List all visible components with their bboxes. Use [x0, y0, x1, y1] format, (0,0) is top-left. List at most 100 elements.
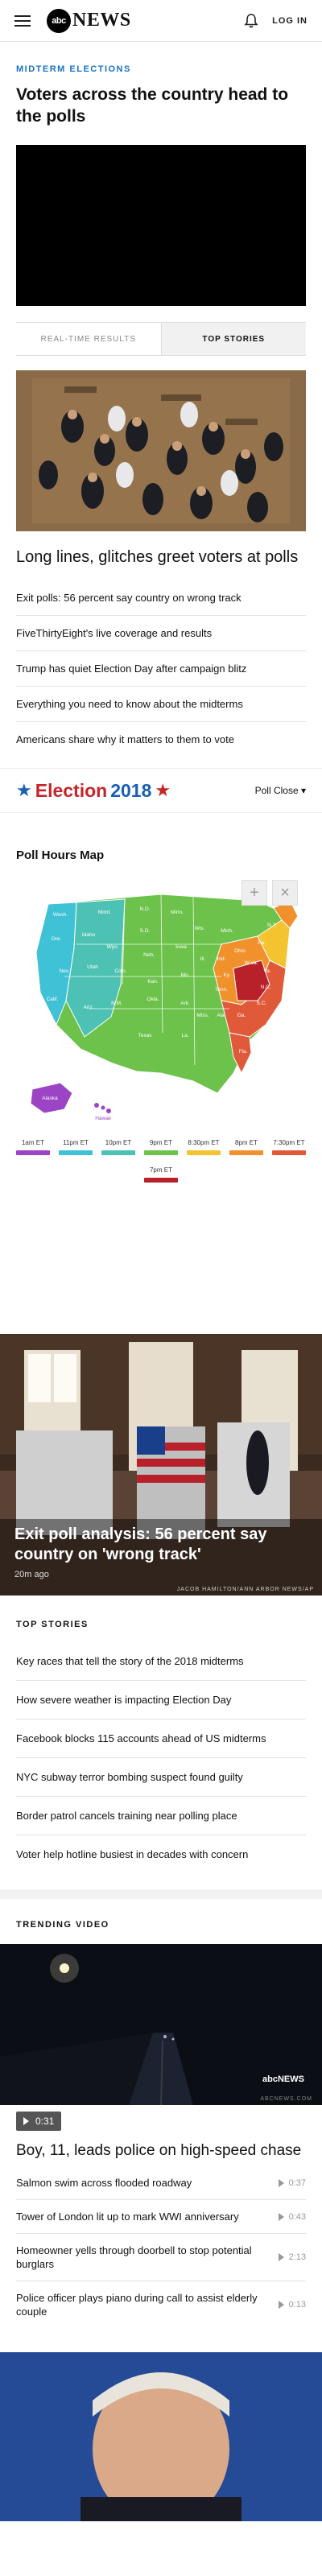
tab-real-time-results[interactable]: REAL-TIME RESULTS: [16, 323, 161, 355]
lead-story-image[interactable]: [16, 370, 306, 531]
legend-item: 8pm ET: [229, 1139, 263, 1155]
play-icon: [278, 2178, 284, 2187]
svg-text:Idaho: Idaho: [82, 932, 96, 938]
feature-tabs: REAL-TIME RESULTS TOP STORIES: [16, 322, 306, 356]
legend-item: 7:30pm ET: [272, 1139, 306, 1155]
list-item[interactable]: Americans share why it matters to them t…: [16, 722, 306, 757]
feature-headline[interactable]: Voters across the country head to the po…: [16, 84, 306, 127]
video-list-item[interactable]: Homeowner yells through doorbell to stop…: [16, 2234, 306, 2281]
trending-video-title[interactable]: Boy, 11, leads police on high-speed chas…: [16, 2142, 306, 2160]
svg-text:S.D.: S.D.: [140, 928, 151, 934]
election-year: 2018: [110, 779, 152, 801]
play-icon: [278, 2253, 284, 2261]
svg-text:La.: La.: [181, 1033, 188, 1038]
abc-news-logo[interactable]: abc NEWS: [47, 8, 131, 33]
video-list-item[interactable]: Police officer plays piano during call t…: [16, 2281, 306, 2328]
svg-text:Kan.: Kan.: [147, 979, 159, 985]
svg-text:Ariz.: Ariz.: [84, 1005, 94, 1010]
list-item[interactable]: How severe weather is impacting Election…: [16, 1681, 306, 1719]
svg-text:Utah: Utah: [87, 964, 98, 970]
poll-close-select[interactable]: Poll Close ▾: [255, 785, 306, 796]
video-list-item[interactable]: Salmon swim across flooded roadway 0:37: [16, 2166, 306, 2200]
svg-text:Fla.: Fla.: [239, 1049, 248, 1055]
poll-map-label: Poll Hours Map: [16, 848, 105, 862]
svg-text:Texas: Texas: [138, 1033, 153, 1038]
svg-text:Alaska: Alaska: [42, 1096, 58, 1101]
list-item[interactable]: Exit polls: 56 percent say country on wr…: [16, 580, 306, 616]
lead-story-title[interactable]: Long lines, glitches greet voters at pol…: [16, 547, 306, 568]
election-title: Election: [35, 779, 108, 801]
legend-item: 1am ET: [16, 1139, 50, 1155]
section-kicker[interactable]: MIDTERM ELECTIONS: [16, 64, 322, 74]
us-map: Wash. Mont. N.D. Minn. Ore. Idaho Wyo. S…: [30, 894, 299, 1121]
play-icon: [278, 2301, 284, 2309]
caret-down-icon: ▾: [300, 785, 306, 796]
list-item[interactable]: Everything you need to know about the mi…: [16, 687, 306, 722]
star-icon: ★: [16, 780, 32, 800]
svg-text:Va.: Va.: [263, 968, 270, 974]
photo-credit: JACOB HAMILTON/ANN ARBOR NEWS/AP: [176, 1587, 314, 1592]
top-stories-list: Key races that tell the story of the 201…: [16, 1642, 306, 1873]
svg-text:N.D.: N.D.: [140, 906, 151, 912]
svg-text:Ind.: Ind.: [217, 956, 226, 962]
hamburger-icon[interactable]: [14, 14, 31, 27]
related-links: Exit polls: 56 percent say country on wr…: [16, 580, 306, 757]
zoom-in-button[interactable]: +: [242, 880, 267, 906]
svg-text:N.Y.: N.Y.: [267, 923, 277, 928]
svg-text:Miss.: Miss.: [196, 1013, 208, 1018]
svg-text:Tenn.: Tenn.: [215, 987, 228, 993]
logo-badge: abc: [47, 8, 71, 33]
svg-text:Ga.: Ga.: [237, 1013, 246, 1018]
list-item[interactable]: Trump has quiet Election Day after campa…: [16, 651, 306, 687]
svg-text:Colo.: Colo.: [114, 968, 126, 974]
svg-text:Hawaii: Hawaii: [95, 1116, 111, 1121]
svg-text:Pa.: Pa.: [258, 940, 266, 946]
play-icon: [23, 2117, 29, 2125]
bell-icon[interactable]: [243, 13, 259, 29]
list-item[interactable]: Key races that tell the story of the 201…: [16, 1642, 306, 1681]
list-item[interactable]: FiveThirtyEight's live coverage and resu…: [16, 616, 306, 651]
video-player[interactable]: [16, 145, 306, 306]
svg-text:Wyo.: Wyo.: [107, 944, 119, 950]
trending-video-player[interactable]: abcNEWS ABCNEWS.COM: [0, 1944, 322, 2105]
legend-item: 11pm ET: [59, 1139, 93, 1155]
svg-text:Ala.: Ala.: [217, 1013, 225, 1018]
logo-word: NEWS: [72, 10, 131, 31]
legend-item: 7pm ET: [144, 1166, 178, 1183]
svg-text:Ill.: Ill.: [200, 956, 206, 962]
svg-text:Wis.: Wis.: [195, 926, 205, 931]
svg-text:Iowa: Iowa: [175, 944, 187, 950]
svg-text:Wash.: Wash.: [53, 912, 68, 918]
svg-text:Ohio: Ohio: [234, 948, 246, 954]
svg-text:Nev.: Nev.: [60, 968, 70, 974]
poll-legend: 1am ET 11pm ET 10pm ET 9pm ET 8:30pm ET …: [16, 1139, 306, 1183]
play-icon: [278, 2212, 284, 2221]
zoom-out-button[interactable]: ×: [272, 880, 298, 906]
list-item[interactable]: Voter help hotline busiest in decades wi…: [16, 1835, 306, 1873]
svg-text:Neb.: Neb.: [143, 952, 155, 958]
trending-video-label: TRENDING VIDEO: [16, 1920, 109, 1930]
video-duration-badge[interactable]: 0:31: [16, 2112, 62, 2131]
site-header: abc NEWS LOG IN: [0, 0, 322, 42]
top-stories-label: TOP STORIES: [16, 1620, 89, 1629]
exit-poll-caption[interactable]: Exit poll analysis: 56 percent say count…: [14, 1525, 308, 1565]
next-story-image[interactable]: [0, 2352, 322, 2521]
list-item[interactable]: NYC subway terror bombing suspect found …: [16, 1758, 306, 1797]
list-item[interactable]: Border patrol cancels training near poll…: [16, 1797, 306, 1835]
election-bar: ★ Election 2018 ★ Poll Close ▾: [0, 768, 322, 813]
svg-text:Mo.: Mo.: [181, 972, 190, 978]
video-watermark: abcNEWS: [262, 2074, 304, 2084]
story-timestamp: 20m ago: [14, 1570, 49, 1579]
login-link[interactable]: LOG IN: [272, 16, 308, 26]
list-item[interactable]: Facebook blocks 115 accounts ahead of US…: [16, 1719, 306, 1758]
svg-text:Mont.: Mont.: [98, 910, 111, 915]
legend-item: 10pm ET: [101, 1139, 135, 1155]
svg-text:N.C.: N.C.: [261, 985, 271, 990]
tab-top-stories[interactable]: TOP STORIES: [160, 323, 306, 355]
svg-text:Mich.: Mich.: [221, 928, 233, 934]
exit-poll-story[interactable]: Exit poll analysis: 56 percent say count…: [0, 1334, 322, 1596]
poll-hours-map[interactable]: Wash. Mont. N.D. Minn. Ore. Idaho Wyo. S…: [16, 872, 306, 1129]
video-watermark-url: ABCNEWS.COM: [260, 2096, 312, 2102]
video-list-item[interactable]: Tower of London lit up to mark WWI anniv…: [16, 2200, 306, 2234]
legend-item: 8:30pm ET: [187, 1139, 221, 1155]
